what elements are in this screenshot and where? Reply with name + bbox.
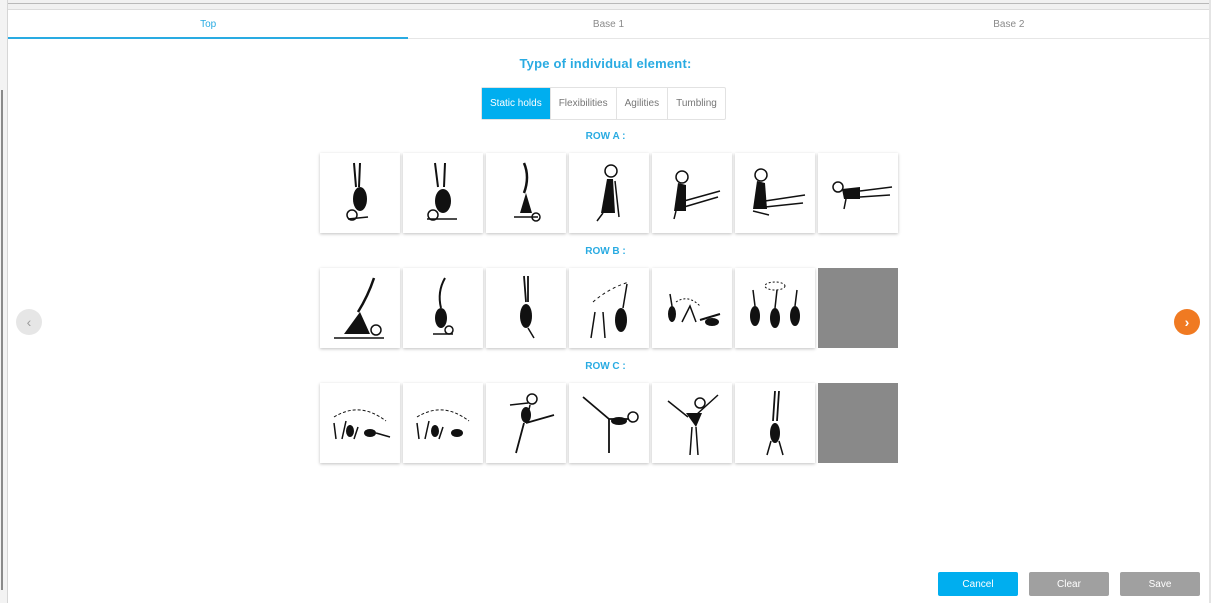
element-card[interactable] <box>486 153 566 233</box>
gymnast-figure-icon <box>333 409 391 440</box>
clear-button[interactable]: Clear <box>1029 572 1109 596</box>
element-type-selector: Static holds Flexibilities Agilities Tum… <box>481 87 726 120</box>
element-card[interactable] <box>403 268 483 348</box>
segment-static-holds[interactable]: Static holds <box>482 88 550 119</box>
previous-arrow-icon[interactable]: ‹ <box>16 309 42 335</box>
tab-top[interactable]: Top <box>8 10 409 39</box>
gymnast-figure-icon <box>582 396 639 453</box>
save-button[interactable]: Save <box>1120 572 1200 596</box>
gymnast-figure-icon <box>520 275 535 339</box>
tab-base-2[interactable]: Base 2 <box>809 10 1209 38</box>
next-arrow-icon[interactable]: › <box>1174 309 1200 335</box>
row-c <box>320 383 898 463</box>
action-bar: Cancel Clear Save <box>938 572 1200 596</box>
empty-cell <box>818 383 898 463</box>
element-card[interactable] <box>818 153 898 233</box>
element-card[interactable] <box>569 153 649 233</box>
element-card[interactable] <box>320 153 400 233</box>
element-card[interactable] <box>403 383 483 463</box>
element-card[interactable] <box>652 153 732 233</box>
row-a <box>320 153 898 233</box>
element-card[interactable] <box>403 153 483 233</box>
gymnast-figure-icon <box>334 277 384 339</box>
element-card[interactable] <box>735 153 815 233</box>
cancel-button[interactable]: Cancel <box>938 572 1018 596</box>
gymnast-figure-icon <box>346 162 369 221</box>
row-c-label: ROW C : <box>585 361 626 372</box>
window-left-edge <box>0 0 8 603</box>
element-card[interactable] <box>735 268 815 348</box>
segment-agilities[interactable]: Agilities <box>615 88 667 119</box>
element-card[interactable] <box>320 268 400 348</box>
gymnast-figure-icon <box>514 162 541 222</box>
gymnast-figure-icon <box>766 390 784 456</box>
row-b-label: ROW B : <box>585 246 626 257</box>
element-card[interactable] <box>652 268 732 348</box>
element-card[interactable] <box>569 383 649 463</box>
gymnast-figure-icon <box>752 168 806 216</box>
row-a-label: ROW A : <box>585 131 626 142</box>
gymnast-figure-icon <box>509 393 555 454</box>
window-top-edge <box>0 0 1211 10</box>
gymnast-figure-icon <box>433 277 454 335</box>
element-card[interactable] <box>486 268 566 348</box>
gymnast-figure-icon <box>668 293 721 326</box>
gymnast-figure-icon <box>427 162 457 221</box>
element-card[interactable] <box>486 383 566 463</box>
row-b <box>320 268 898 348</box>
element-card[interactable] <box>735 383 815 463</box>
segment-tumbling[interactable]: Tumbling <box>667 88 725 119</box>
page-heading: Type of individual element: <box>519 56 692 71</box>
partner-tabs: Top Base 1 Base 2 <box>8 10 1209 39</box>
gymnast-figure-icon <box>832 181 893 210</box>
gymnast-figure-icon <box>667 394 719 456</box>
element-card[interactable] <box>320 383 400 463</box>
element-card[interactable] <box>569 268 649 348</box>
gymnast-figure-icon <box>596 164 620 222</box>
gymnast-figure-icon <box>673 170 721 220</box>
gymnast-figure-icon <box>590 281 630 339</box>
empty-cell <box>818 268 898 348</box>
gymnast-figure-icon <box>416 409 470 440</box>
segment-flexibilities[interactable]: Flexibilities <box>549 88 616 119</box>
element-card[interactable] <box>652 383 732 463</box>
tab-base-1[interactable]: Base 1 <box>408 10 808 38</box>
gymnast-figure-icon <box>750 281 800 328</box>
